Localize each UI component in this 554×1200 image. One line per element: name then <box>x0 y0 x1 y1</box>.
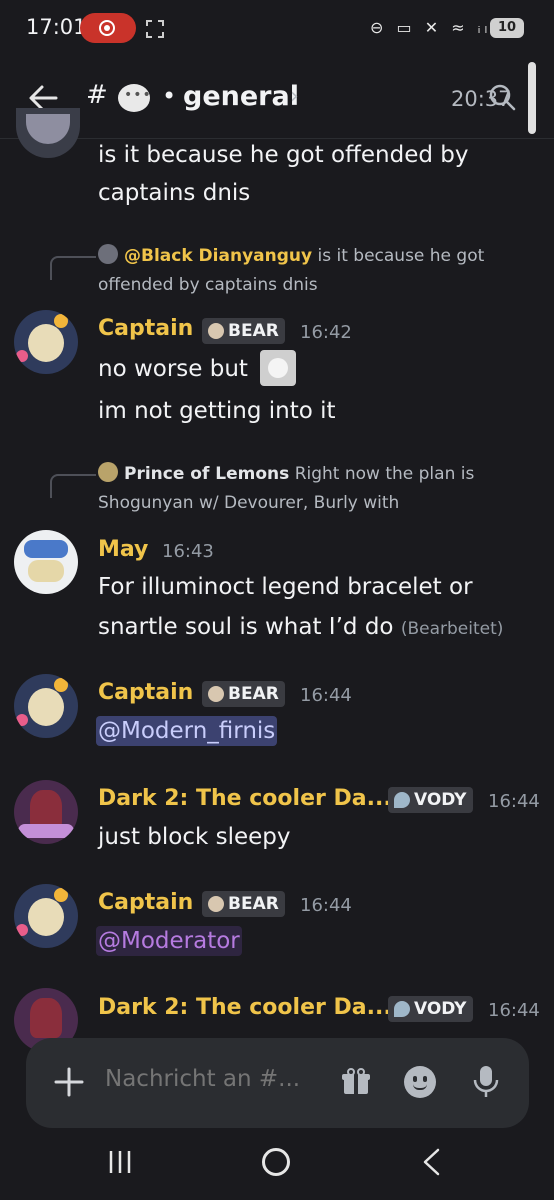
timestamp: 16:44 <box>488 1000 540 1021</box>
message-text: snartle soul is what I’d do (Bearbeitet) <box>98 612 503 644</box>
avatar[interactable] <box>14 530 78 594</box>
message-text: no worse but <box>98 356 248 382</box>
avatar[interactable] <box>14 884 78 948</box>
message-input[interactable] <box>105 1066 320 1092</box>
message-text: For illuminoct legend bracelet or <box>98 574 473 600</box>
reply-text: Shogunyan w/ Devourer, Burly with <box>98 493 400 513</box>
timestamp: 16:42 <box>300 322 352 343</box>
username[interactable]: Dark 2: The cooler Da... <box>98 786 392 811</box>
bear-heart-icon <box>208 323 224 339</box>
username[interactable]: May <box>98 537 148 562</box>
channel-name[interactable]: general <box>183 81 299 112</box>
cat-emoji-image[interactable] <box>260 350 296 386</box>
reply-text: is it because he got <box>317 246 485 266</box>
battery-indicator: 10 <box>490 18 524 38</box>
channel-hash-icon: # <box>86 80 108 110</box>
message-text-body: snartle soul is what I’d do <box>98 614 394 640</box>
timestamp: 16:44 <box>300 895 352 916</box>
search-icon[interactable] <box>487 82 517 112</box>
chevron-right-icon[interactable]: › <box>290 84 299 109</box>
reply-author: Prince of Lemons <box>124 464 290 484</box>
mic-icon[interactable] <box>470 1064 502 1100</box>
message-text: captains dnis <box>98 180 251 206</box>
reply-avatar <box>98 244 118 264</box>
role-tag[interactable]: BEAR <box>202 681 285 707</box>
reply-connector <box>50 474 96 498</box>
role-tag[interactable]: VODY <box>388 996 473 1022</box>
role-mention[interactable]: @Moderator <box>96 926 242 956</box>
status-icons: ⊖ ▭ ✕ ≈ ᵢₗ <box>370 18 492 37</box>
speech-bubble-icon <box>118 84 152 112</box>
reply-preview[interactable]: Prince of Lemons Right now the plan is S… <box>98 460 518 518</box>
message-text: just block sleepy <box>98 824 291 850</box>
role-tag-label: BEAR <box>228 894 279 914</box>
role-tag-label: VODY <box>414 790 467 810</box>
role-tag-label: BEAR <box>228 321 279 341</box>
avatar-image <box>28 898 64 936</box>
recording-icon <box>99 20 115 36</box>
role-tag[interactable]: BEAR <box>202 318 285 344</box>
screenshot-icon <box>146 20 164 38</box>
reply-text: offended by captains dnis <box>98 275 318 295</box>
role-tag[interactable]: BEAR <box>202 891 285 917</box>
avatar[interactable] <box>14 310 78 374</box>
username[interactable]: Captain <box>98 890 193 915</box>
reply-author: @Black Dianyanguy <box>124 246 313 266</box>
nav-back-icon[interactable] <box>420 1147 444 1177</box>
username[interactable]: Captain <box>98 316 193 341</box>
avatar-image <box>24 540 68 558</box>
avatar-image <box>28 324 64 362</box>
username[interactable]: Captain <box>98 680 193 705</box>
timestamp: 16:44 <box>300 685 352 706</box>
role-tag-label: VODY <box>414 999 467 1019</box>
emoji-icon[interactable] <box>404 1066 436 1098</box>
bear-heart-icon <box>208 686 224 702</box>
channel-separator: • <box>162 82 177 110</box>
reply-text: Right now the plan is <box>294 464 475 484</box>
avatar[interactable] <box>14 780 78 844</box>
role-tag-label: BEAR <box>228 684 279 704</box>
avatar-image <box>30 998 62 1038</box>
avatar[interactable] <box>16 108 80 158</box>
avatar-image <box>26 114 70 144</box>
timestamp: 16:44 <box>488 791 540 812</box>
avatar[interactable] <box>14 674 78 738</box>
bear-heart-icon <box>208 896 224 912</box>
message-text: is it because he got offended by <box>98 142 469 168</box>
user-mention[interactable]: @Modern_firnis <box>96 716 278 746</box>
gift-icon[interactable] <box>340 1066 372 1098</box>
status-clock: 17:01 <box>26 15 87 39</box>
recents-icon[interactable] <box>106 1148 134 1176</box>
timestamp: 16:43 <box>162 541 214 562</box>
role-tag[interactable]: VODY <box>388 787 473 813</box>
username[interactable]: Dark 2: The cooler Da... <box>98 995 392 1020</box>
droplet-icon <box>394 792 410 808</box>
avatar-image <box>28 688 64 726</box>
scrollbar[interactable] <box>528 62 536 134</box>
reply-connector <box>50 256 96 280</box>
message-text: im not getting into it <box>98 398 336 424</box>
reply-avatar <box>98 462 118 482</box>
plus-icon[interactable] <box>52 1065 86 1099</box>
home-icon[interactable] <box>262 1148 290 1176</box>
droplet-icon <box>394 1001 410 1017</box>
reply-preview[interactable]: @Black Dianyanguy is it because he got o… <box>98 242 518 300</box>
edited-label: (Bearbeitet) <box>400 619 504 639</box>
